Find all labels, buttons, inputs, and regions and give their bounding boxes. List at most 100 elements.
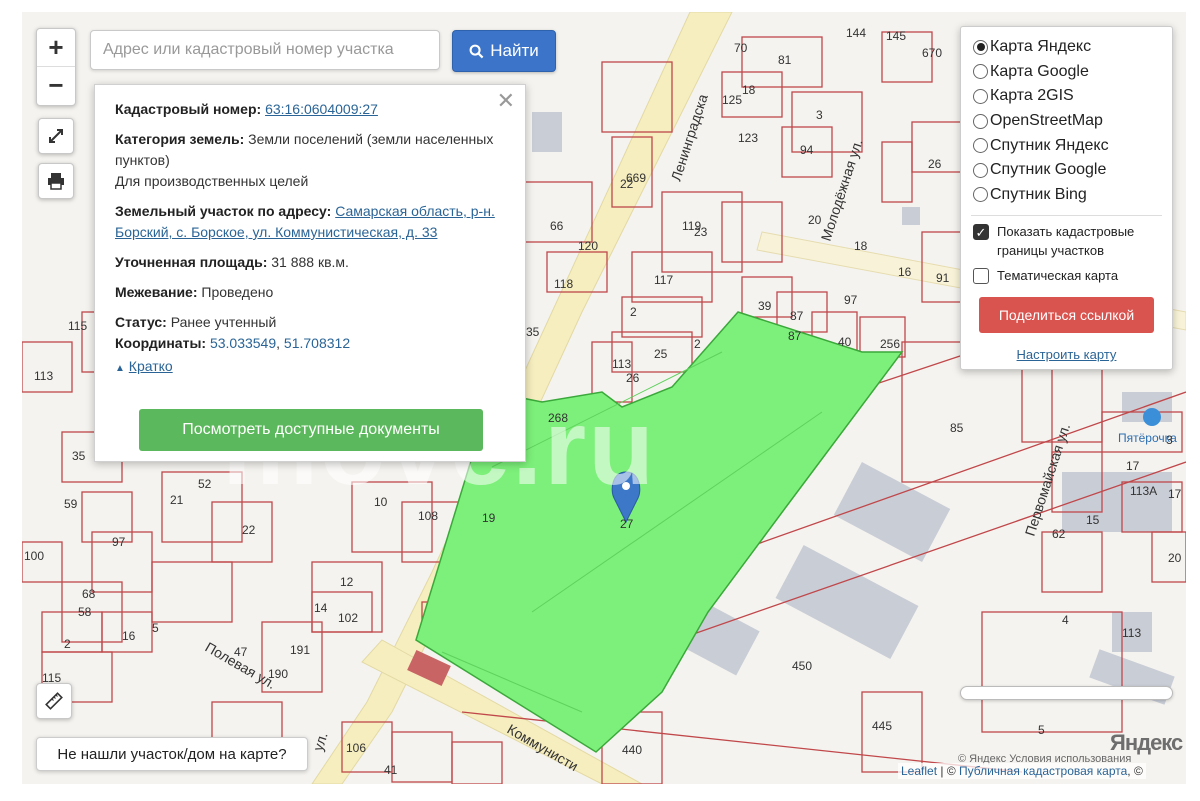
search-icon xyxy=(469,44,484,58)
base-map-radio[interactable] xyxy=(973,138,988,154)
triangle-up-icon: ▲ xyxy=(115,363,125,374)
plot-number-label: 2 xyxy=(694,337,701,351)
attribution-tail: , © xyxy=(1127,764,1143,778)
base-map-radio[interactable] xyxy=(973,39,988,55)
print-button[interactable] xyxy=(38,163,74,199)
plot-number-label: 445 xyxy=(872,719,892,733)
base-map-radio[interactable] xyxy=(973,113,988,129)
not-found-button[interactable]: Не нашли участок/дом на карте? xyxy=(36,737,308,771)
close-icon[interactable]: ✕ xyxy=(497,89,515,113)
plot-number-label: 10 xyxy=(374,495,388,509)
ruler-button[interactable] xyxy=(36,683,72,719)
plot-number-label: 144 xyxy=(846,26,866,40)
base-map-option[interactable]: Спутник Bing xyxy=(973,183,1160,208)
cadastral-number-link[interactable]: 63:16:0604009:27 xyxy=(265,101,378,117)
address-label: Земельный участок по адресу: xyxy=(115,203,332,219)
plot-number-label: 100 xyxy=(24,549,44,563)
plot-number-label: 4 xyxy=(1062,613,1069,627)
plot-number-label: 18 xyxy=(854,239,868,253)
plot-number-label: 106 xyxy=(346,741,366,755)
printer-icon xyxy=(39,164,73,198)
base-map-option[interactable]: Спутник Яндекс xyxy=(973,133,1160,158)
plot-number-label: 18 xyxy=(742,83,756,97)
plot-number-label: 22 xyxy=(242,523,256,537)
plot-number-label: 87 xyxy=(788,329,802,343)
base-map-radio[interactable] xyxy=(973,162,988,178)
cadastral-label: Кадастровый номер: xyxy=(115,101,262,117)
longitude-link[interactable]: 51.708312 xyxy=(284,335,350,351)
configure-map-link[interactable]: Настроить карту xyxy=(973,347,1160,362)
collapse-link[interactable]: Кратко xyxy=(129,358,173,374)
opacity-slider[interactable] xyxy=(960,686,1173,700)
map-attribution: Leaflet | © Публичная кадастровая карта,… xyxy=(898,763,1146,779)
base-map-radio[interactable] xyxy=(973,64,988,80)
search-input[interactable] xyxy=(90,30,440,70)
plot-number-label: 2 xyxy=(630,305,637,319)
base-map-option[interactable]: Карта 2GIS xyxy=(973,84,1160,109)
show-borders-checkbox[interactable]: ✓ xyxy=(973,224,989,241)
shop-poi-icon[interactable] xyxy=(1143,408,1161,426)
plot-number-label: 35 xyxy=(526,325,540,339)
base-map-option[interactable]: Карта Яндекс xyxy=(973,35,1160,60)
search-button[interactable]: Найти xyxy=(452,30,556,72)
thematic-map-option[interactable]: Тематическая карта xyxy=(973,266,1160,285)
category-label: Категория земель: xyxy=(115,131,245,147)
plot-number-label: 5 xyxy=(1038,723,1045,737)
pkk-link[interactable]: Публичная кадастровая карта xyxy=(959,764,1127,778)
plot-number-label: 59 xyxy=(64,497,78,511)
plot-number-label: 35 xyxy=(72,449,86,463)
plot-number-label: 23 xyxy=(694,225,708,239)
base-map-label: Спутник Bing xyxy=(990,185,1087,203)
plot-number-label: 91 xyxy=(936,271,950,285)
show-borders-option[interactable]: ✓ Показать кадастровые границы участков xyxy=(973,222,1160,260)
base-map-label: Спутник Google xyxy=(990,161,1107,179)
plot-number-label: 5 xyxy=(152,621,159,635)
base-map-option[interactable]: Карта Google xyxy=(973,60,1160,85)
address-row: Земельный участок по адресу: Самарская о… xyxy=(115,201,505,243)
thematic-map-label: Тематическая карта xyxy=(997,268,1119,284)
plot-number-label: 256 xyxy=(880,337,900,351)
plot-number-label: 41 xyxy=(384,763,398,777)
plot-number-label: 3 xyxy=(816,108,823,122)
parcel-info-popup: ✕ Кадастровый номер: 63:16:0604009:27 Ка… xyxy=(94,84,526,462)
fullscreen-icon xyxy=(39,119,73,153)
plot-number-label: 97 xyxy=(112,535,126,549)
plot-number-label: 113 xyxy=(612,357,631,371)
plot-number-label: 52 xyxy=(198,477,212,491)
leaflet-link[interactable]: Leaflet xyxy=(901,764,937,778)
base-map-option[interactable]: Спутник Google xyxy=(973,158,1160,183)
share-link-button[interactable]: Поделиться ссылкой xyxy=(979,297,1154,334)
coordinates-label: Координаты: xyxy=(115,335,207,351)
zoom-out-button[interactable]: − xyxy=(37,66,75,104)
plot-number-label: 17 xyxy=(1126,459,1140,473)
base-map-option[interactable]: OpenStreetMap xyxy=(973,109,1160,134)
plot-number-label: 268 xyxy=(548,411,568,425)
plot-number-label: 68 xyxy=(82,587,96,601)
plot-number-label: 670 xyxy=(922,46,942,60)
plot-number-label: 16 xyxy=(898,265,912,279)
fullscreen-button[interactable] xyxy=(38,118,74,154)
plot-number-label: 97 xyxy=(844,293,858,307)
plot-number-label: 115 xyxy=(68,319,87,333)
latitude-link[interactable]: 53.033549 xyxy=(210,335,276,351)
plot-number-label: 108 xyxy=(418,509,438,523)
plot-number-label: 39 xyxy=(758,299,772,313)
base-map-label: Карта Яндекс xyxy=(990,38,1092,56)
thematic-map-checkbox[interactable] xyxy=(973,268,989,285)
plot-number-label: 26 xyxy=(626,371,640,385)
base-map-radio[interactable] xyxy=(973,88,988,104)
plot-number-label: 113А xyxy=(1130,484,1157,498)
attribution-separator: | © xyxy=(937,764,959,778)
plot-number-label: 450 xyxy=(792,659,812,673)
base-map-radio[interactable] xyxy=(973,187,988,203)
plot-number-label: 40 xyxy=(838,335,852,349)
plot-number-label: 14 xyxy=(314,601,328,615)
view-documents-button[interactable]: Посмотреть доступные документы xyxy=(139,409,483,451)
cadastral-number-row: Кадастровый номер: 63:16:0604009:27 xyxy=(115,99,505,120)
plot-number-label: 47 xyxy=(234,645,248,659)
plot-number-label: 123 xyxy=(738,131,758,145)
base-map-label: Карта Google xyxy=(990,62,1089,80)
zoom-in-button[interactable]: + xyxy=(37,29,75,66)
show-borders-label: Показать кадастровые границы участков xyxy=(997,224,1135,259)
plot-number-label: 58 xyxy=(78,605,92,619)
